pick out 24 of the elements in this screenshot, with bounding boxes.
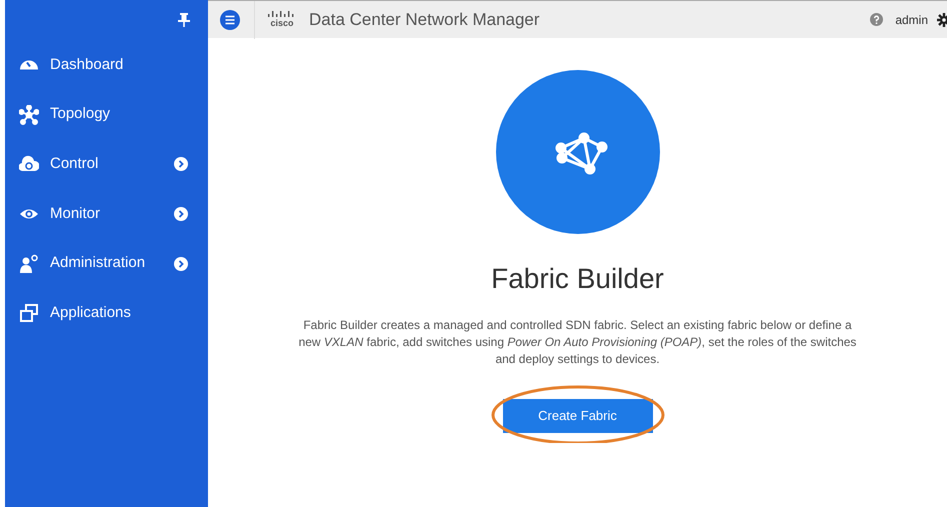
chevron-icon[interactable] — [174, 206, 188, 221]
sidebar-item[interactable]: Dashboard — [5, 40, 208, 90]
windows-icon — [19, 303, 39, 324]
user-name[interactable]: admin — [895, 10, 928, 28]
pin-icon[interactable] — [178, 13, 190, 27]
sidebar-item[interactable]: Monitor — [5, 189, 208, 239]
help-icon[interactable] — [870, 13, 884, 26]
sidebar-item[interactable]: Applications — [5, 288, 208, 338]
sidebar-item[interactable]: Control — [5, 139, 208, 190]
chevron-icon[interactable] — [174, 157, 188, 172]
nodes-icon — [19, 104, 39, 125]
page-title: Fabric Builder — [491, 262, 664, 296]
sidebar-item[interactable]: Administration — [5, 238, 208, 288]
chevron-icon[interactable] — [174, 256, 188, 271]
description-text: Fabric Builder creates a managed and controlled SDN fabric. Select an existing fabric below or define a new VXLAN fabric, add switches using Power On Auto Provisioning (POAP), set the roles of the switches and deploy settings to devices. — [298, 317, 858, 368]
create-fabric-button[interactable]: Create Fabric — [502, 399, 652, 433]
gauge-icon — [19, 60, 39, 70]
window-title: Data Center Network Manager — [309, 8, 540, 31]
fabric-logo-icon — [496, 70, 660, 234]
logo-text: cisco — [270, 19, 294, 28]
sidebar-item[interactable]: Topology — [5, 90, 208, 140]
menu-icon[interactable] — [220, 10, 240, 30]
user-gear-icon — [19, 254, 39, 274]
gear-icon[interactable] — [937, 12, 947, 26]
